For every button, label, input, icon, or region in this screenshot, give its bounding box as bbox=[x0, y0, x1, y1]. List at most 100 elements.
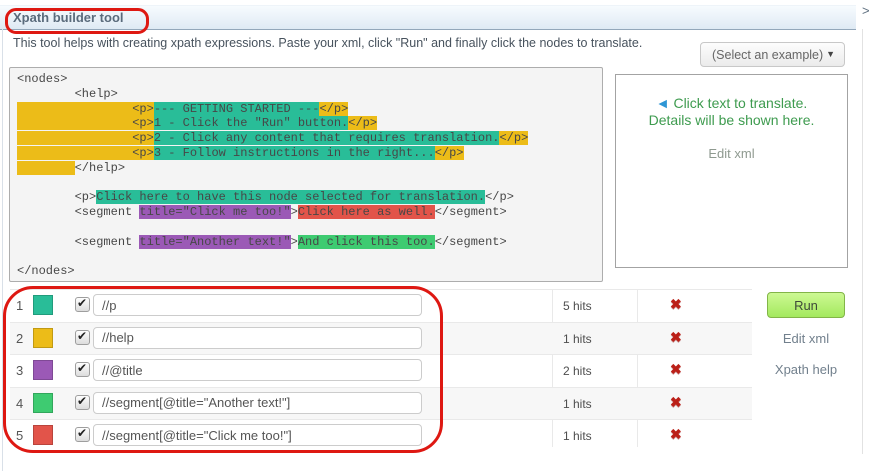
row-checkbox[interactable]: ✔ bbox=[75, 395, 90, 410]
xml-text: </nodes> bbox=[17, 264, 75, 278]
xpath-input[interactable] bbox=[93, 424, 422, 446]
xml-highlight-red[interactable]: Click here as well. bbox=[298, 205, 435, 219]
example-select[interactable]: (Select an example) ▼ bbox=[700, 42, 845, 67]
xml-highlight-purple[interactable]: title="Click me too!" bbox=[139, 205, 290, 219]
xml-line: <segment title="Click me too!">Click her… bbox=[17, 205, 595, 220]
xml-text: <segment bbox=[17, 205, 139, 219]
xml-text: <segment bbox=[17, 235, 139, 249]
xml-line: <p>3 - Follow instructions in the right.… bbox=[17, 146, 595, 161]
xml-line: <p>2 - Click any content that requires t… bbox=[17, 131, 595, 146]
color-swatch bbox=[33, 328, 53, 348]
container-left-border bbox=[2, 29, 3, 471]
xpath-builder-tool: Xpath builder tool > This tool helps wit… bbox=[0, 0, 877, 471]
xml-line: <p>1 - Click the "Run" button.</p> bbox=[17, 116, 595, 131]
xml-line: <segment title="Another text!">And click… bbox=[17, 235, 595, 250]
xml-highlight-yellow[interactable]: <p> bbox=[17, 146, 154, 160]
panel-instruction-line2: Details will be shown here. bbox=[616, 112, 847, 128]
xml-text: <nodes> bbox=[17, 72, 67, 86]
xml-line: <nodes> bbox=[17, 72, 595, 87]
xml-text: </segment> bbox=[435, 205, 507, 219]
left-arrow-icon: ◄ bbox=[656, 95, 670, 111]
xml-line: <p>Click here to have this node selected… bbox=[17, 190, 595, 205]
panel-instruction-line1: ◄ Click text to translate. bbox=[616, 95, 847, 111]
xpath-row: 1 ✔ 5 hits ✖ bbox=[10, 289, 752, 322]
xml-text: <help> bbox=[17, 87, 118, 101]
row-checkbox[interactable]: ✔ bbox=[75, 427, 90, 442]
hits-count: 2 hits bbox=[563, 364, 592, 378]
xml-text: </segment> bbox=[435, 235, 507, 249]
xml-highlight-teal[interactable]: Click here to have this node selected fo… bbox=[96, 190, 485, 204]
xml-highlight-yellow[interactable]: <p> bbox=[17, 116, 154, 130]
xml-text: > bbox=[291, 205, 298, 219]
checkmark-icon: ✔ bbox=[77, 296, 87, 310]
delete-row-icon[interactable]: ✖ bbox=[670, 329, 682, 346]
xml-text: </help> bbox=[75, 161, 125, 175]
xml-highlight-yellow[interactable]: </p> bbox=[348, 116, 377, 130]
xml-line bbox=[17, 220, 595, 235]
xpath-help-link[interactable]: Xpath help bbox=[767, 362, 845, 377]
xpath-input[interactable] bbox=[93, 294, 422, 316]
xml-highlight-yellow[interactable]: <p> bbox=[17, 131, 154, 145]
xml-highlight-yellow[interactable]: </p> bbox=[435, 146, 464, 160]
xml-text: <p> bbox=[17, 190, 96, 204]
xpath-input[interactable] bbox=[93, 359, 422, 381]
row-checkbox[interactable]: ✔ bbox=[75, 362, 90, 377]
xpath-table: 1✔5 hits✖2✔1 hits✖3✔2 hits✖4✔1 hits✖5✔1 … bbox=[10, 289, 752, 452]
xpath-row: 5✔1 hits✖ bbox=[10, 419, 752, 452]
checkmark-icon: ✔ bbox=[77, 361, 87, 375]
delete-row-icon[interactable]: ✖ bbox=[670, 394, 682, 411]
color-swatch bbox=[33, 360, 53, 380]
delete-row-icon[interactable]: ✖ bbox=[670, 426, 682, 443]
checkmark-icon: ✔ bbox=[77, 394, 87, 408]
row-checkbox[interactable]: ✔ bbox=[75, 297, 90, 312]
xml-line: </nodes> bbox=[17, 264, 595, 279]
xml-highlight-teal[interactable]: 2 - Click any content that requires tran… bbox=[154, 131, 500, 145]
xpath-input[interactable] bbox=[93, 392, 422, 414]
xml-line: <help> bbox=[17, 87, 595, 102]
xpath-row: 4 ✔ 1 hits ✖ bbox=[10, 387, 752, 420]
xml-highlight-yellow[interactable] bbox=[17, 161, 75, 175]
xml-line: </help> bbox=[17, 161, 595, 176]
xml-highlight-teal[interactable]: 1 - Click the "Run" button. bbox=[154, 116, 348, 130]
delete-row-icon[interactable]: ✖ bbox=[670, 296, 682, 313]
xpath-row: 3✔2 hits✖ bbox=[10, 354, 752, 387]
xml-line bbox=[17, 250, 595, 265]
xml-highlight-teal[interactable]: --- GETTING STARTED --- bbox=[154, 102, 320, 116]
xml-text: </p> bbox=[485, 190, 514, 204]
intro-text: This tool helps with creating xpath expr… bbox=[13, 36, 642, 50]
container-right-border bbox=[862, 29, 863, 454]
run-button[interactable]: Run bbox=[767, 292, 845, 318]
edit-xml-link-panel[interactable]: Edit xml bbox=[616, 146, 847, 161]
delete-row-icon[interactable]: ✖ bbox=[670, 361, 682, 378]
xml-line bbox=[17, 176, 595, 191]
example-select-label: (Select an example) bbox=[712, 48, 823, 62]
xml-highlight-green[interactable]: And click this too. bbox=[298, 235, 435, 249]
panel-header: Xpath builder tool bbox=[0, 5, 856, 30]
xml-highlight-yellow[interactable]: <p> bbox=[17, 102, 154, 116]
row-number: 1 bbox=[16, 298, 30, 313]
collapse-panel-icon[interactable]: > bbox=[862, 3, 870, 18]
xml-highlight-purple[interactable]: title="Another text!" bbox=[139, 235, 290, 249]
xml-viewer[interactable]: <nodes> <help> <p>--- GETTING STARTED --… bbox=[9, 67, 603, 282]
xml-highlight-teal[interactable]: 3 - Follow instructions in the right... bbox=[154, 146, 435, 160]
chevron-down-icon: ▼ bbox=[826, 49, 835, 59]
xml-line: <p>--- GETTING STARTED ---</p> bbox=[17, 102, 595, 117]
page-title: Xpath builder tool bbox=[13, 10, 124, 25]
hits-count: 1 hits bbox=[563, 397, 592, 411]
xml-highlight-yellow[interactable]: </p> bbox=[319, 102, 348, 116]
panel-instruction-text1: Click text to translate. bbox=[673, 95, 807, 111]
details-panel: ◄ Click text to translate. Details will … bbox=[615, 74, 848, 268]
checkmark-icon: ✔ bbox=[77, 329, 87, 343]
edit-xml-link[interactable]: Edit xml bbox=[767, 331, 845, 346]
color-swatch bbox=[33, 425, 53, 445]
hits-count: 5 hits bbox=[563, 299, 592, 313]
row-number: 4 bbox=[16, 396, 30, 411]
row-number: 2 bbox=[16, 331, 30, 346]
color-swatch bbox=[33, 393, 53, 413]
hits-count: 1 hits bbox=[563, 429, 592, 443]
color-swatch bbox=[33, 295, 53, 315]
xpath-input[interactable] bbox=[93, 327, 422, 349]
row-checkbox[interactable]: ✔ bbox=[75, 330, 90, 345]
xml-highlight-yellow[interactable]: </p> bbox=[499, 131, 528, 145]
checkmark-icon: ✔ bbox=[77, 426, 87, 440]
